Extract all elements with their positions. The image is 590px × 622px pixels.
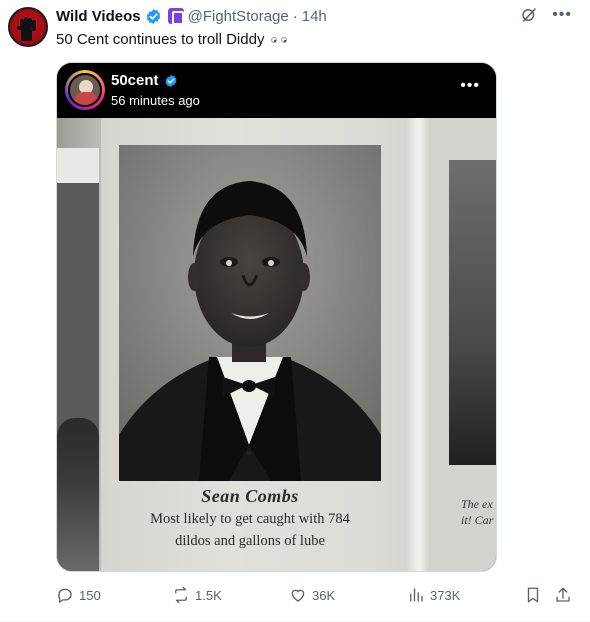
tweet-text-body: 50 Cent continues to troll Diddy — [56, 31, 265, 48]
reply-count: 150 — [79, 587, 101, 603]
affiliate-badge-icon[interactable] — [167, 8, 184, 25]
embed-posted-time: 56 minutes ago — [111, 93, 200, 108]
separator: · — [292, 7, 298, 25]
embed-account: 50cent — [111, 72, 178, 89]
yearbook-photo: Sean Combs Most likely to get caught wit… — [57, 118, 496, 571]
embed-account-name: 50cent — [111, 72, 159, 89]
like-button[interactable]: 36K — [289, 586, 335, 604]
more-icon[interactable]: ••• — [552, 6, 572, 24]
share-icon — [556, 587, 570, 602]
repost-count: 1.5K — [195, 587, 222, 603]
repost-icon — [175, 586, 187, 604]
tweet-actions: 150 1.5K 36K 373K — [56, 586, 576, 608]
tweet-top-actions: ••• — [520, 6, 572, 24]
share-button[interactable] — [554, 586, 572, 604]
tweet[interactable]: Wild Videos @FightStorage · 14h ••• 50 C… — [0, 0, 590, 622]
repost-button[interactable]: 1.5K — [172, 586, 222, 604]
eyes-emoji-icon — [270, 31, 287, 48]
yearbook-caption: Sean Combs Most likely to get caught wit… — [119, 486, 381, 551]
right-caption-line-1: The ex — [461, 497, 493, 511]
caption-line-1: Most likely to get caught with 784 — [150, 511, 350, 527]
embed-avatar — [65, 70, 105, 110]
like-count: 36K — [312, 587, 336, 603]
instagram-header: 50cent 56 minutes ago ••• — [57, 63, 496, 118]
grok-icon[interactable] — [520, 6, 538, 24]
embed-verified-icon — [164, 74, 177, 87]
reply-icon — [58, 588, 72, 603]
views-icon — [410, 588, 423, 602]
yearbook-portrait — [119, 145, 381, 481]
views-button[interactable]: 373K — [407, 586, 460, 604]
profile-avatar[interactable] — [8, 7, 48, 47]
reply-button[interactable]: 150 — [56, 586, 101, 604]
like-icon — [291, 589, 305, 602]
user-handle[interactable]: @FightStorage — [188, 8, 289, 25]
tweet-text: 50 Cent continues to troll Diddy — [56, 31, 287, 48]
tweet-header: Wild Videos @FightStorage · 14h — [56, 6, 327, 26]
timestamp[interactable]: 14h — [302, 8, 327, 25]
display-name[interactable]: Wild Videos — [56, 8, 141, 25]
caption-name: Sean Combs — [201, 486, 299, 506]
verified-badge-icon — [146, 8, 160, 24]
caption-line-2: dildos and gallons of lube — [175, 533, 325, 549]
embed-more-icon: ••• — [460, 77, 480, 94]
right-page-caption: The ex it! Car — [461, 496, 493, 528]
views-count: 373K — [430, 587, 461, 603]
tweet-media[interactable]: 50cent 56 minutes ago ••• Sean Combs Mos… — [56, 62, 497, 572]
right-caption-line-2: it! Car — [461, 513, 494, 527]
bookmark-icon — [527, 587, 539, 603]
fist-icon — [17, 17, 36, 41]
bookmark-button[interactable] — [524, 586, 542, 604]
